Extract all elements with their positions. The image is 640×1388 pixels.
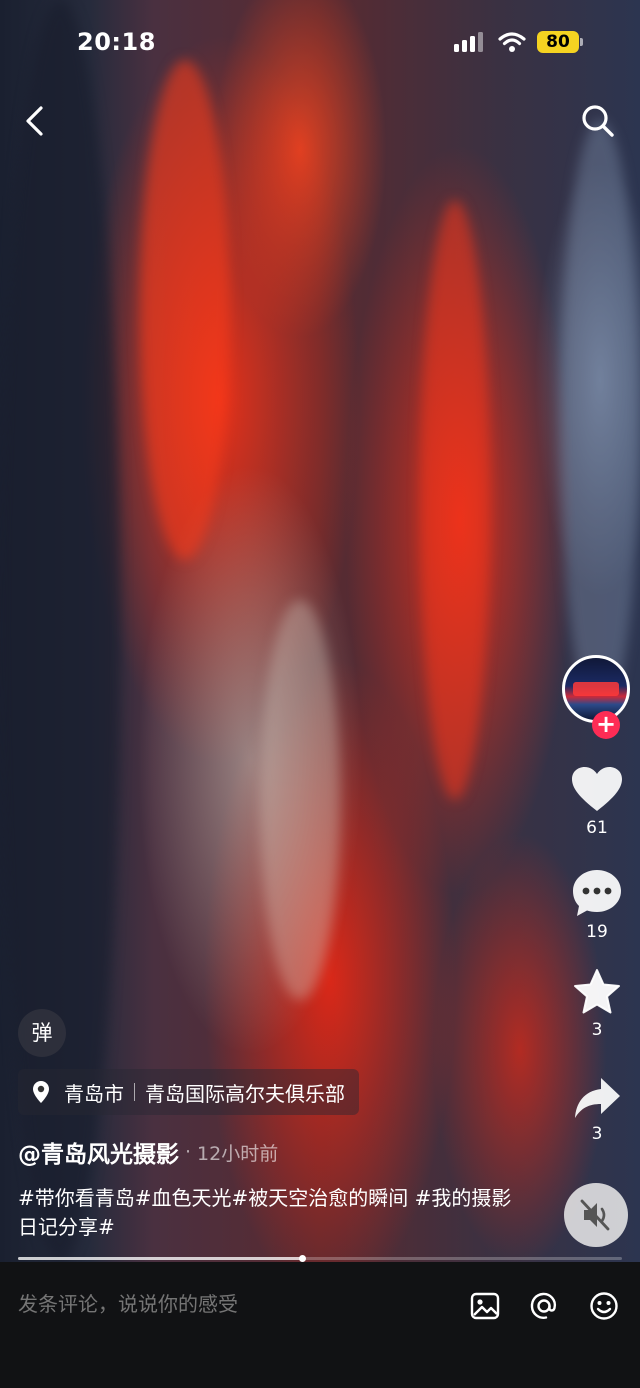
post-time: 12小时前 <box>197 1142 279 1165</box>
comment-input[interactable] <box>18 1292 438 1316</box>
avatar-image-detail <box>573 682 619 696</box>
comment-icon <box>573 870 621 916</box>
comment-bar <box>0 1262 640 1388</box>
progress-fill <box>18 1257 302 1260</box>
wifi-icon <box>498 32 526 52</box>
comment-count: 19 <box>586 922 608 942</box>
follow-button[interactable]: + <box>592 711 620 739</box>
status-time: 20:18 <box>77 28 156 56</box>
author-line: @青岛风光摄影 · 12小时前 <box>18 1135 278 1169</box>
location-tag[interactable]: 青岛市 青岛国际高尔夫俱乐部 <box>18 1069 359 1115</box>
search-icon[interactable] <box>578 101 618 141</box>
progress-bar[interactable] <box>18 1255 622 1262</box>
like-button[interactable]: 61 <box>566 766 628 838</box>
star-icon <box>574 969 620 1014</box>
post-caption[interactable]: #带你看青岛#血色天光#被天空治愈的瞬间 #我的摄影日记分享# <box>18 1184 518 1242</box>
location-city: 青岛市 <box>64 1081 124 1106</box>
signal-icon <box>454 32 483 52</box>
sky-streak <box>260 600 340 1000</box>
favorite-button[interactable]: 3 <box>566 968 628 1040</box>
sky-streak <box>420 200 490 800</box>
meta-separator: · <box>185 1141 192 1163</box>
plus-icon: + <box>595 710 617 738</box>
heart-icon <box>572 767 622 811</box>
share-icon <box>575 1078 620 1118</box>
mute-button[interactable] <box>564 1183 628 1247</box>
location-place: 青岛国际高尔夫俱乐部 <box>145 1081 345 1106</box>
back-button[interactable] <box>20 103 50 139</box>
location-separator <box>134 1083 135 1101</box>
cloud-edge <box>560 120 640 720</box>
location-pin-icon <box>33 1081 49 1103</box>
progress-thumb[interactable] <box>298 1255 306 1262</box>
favorite-count: 3 <box>591 1020 603 1040</box>
at-icon[interactable] <box>528 1290 560 1322</box>
comment-button[interactable]: 19 <box>566 868 628 942</box>
sky-streak <box>140 60 230 560</box>
danmu-label: 弹 <box>31 1021 53 1045</box>
share-button[interactable]: 3 <box>566 1076 628 1144</box>
author-name[interactable]: @青岛风光摄影 <box>18 1135 179 1169</box>
speaker-muted-icon <box>580 1199 610 1231</box>
danmu-button[interactable]: 弹 <box>18 1009 66 1057</box>
battery-icon: 80 <box>537 31 579 53</box>
image-icon[interactable] <box>469 1290 501 1322</box>
emoji-icon[interactable] <box>588 1290 620 1322</box>
share-count: 3 <box>591 1124 603 1144</box>
like-count: 61 <box>586 818 608 838</box>
battery-tip <box>580 38 583 46</box>
